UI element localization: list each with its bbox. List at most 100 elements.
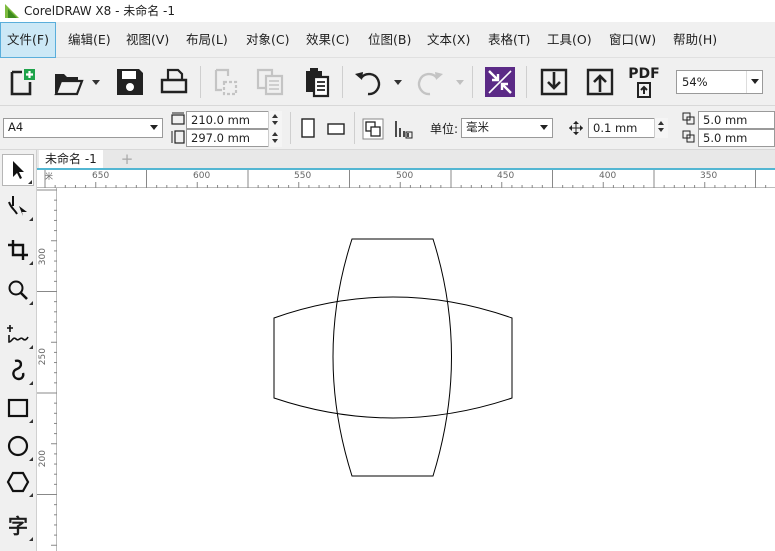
artistic-media-tool-icon <box>12 359 25 381</box>
flyout-corner-icon <box>29 381 33 385</box>
ellipse-tool-button[interactable] <box>2 430 34 462</box>
page-height-value: 297.0 mm <box>191 131 250 145</box>
new-document-button[interactable] <box>4 64 40 100</box>
drawing-surface[interactable] <box>58 188 775 551</box>
menu-text[interactable]: 文本(X) <box>421 22 476 58</box>
document-tab-bar: 未命名 -1 + <box>37 150 775 170</box>
text-tool-button[interactable]: 字 <box>2 510 34 542</box>
duplicate-x-icon <box>682 112 695 125</box>
freehand-tool-button[interactable] <box>2 318 34 350</box>
flyout-corner-icon <box>29 457 33 461</box>
cut-button[interactable] <box>208 64 244 100</box>
current-page-icon[interactable] <box>392 118 414 140</box>
paste-icon <box>306 68 330 98</box>
import-icon <box>540 68 568 96</box>
add-document-tab-button[interactable]: + <box>119 152 135 167</box>
page-size-select[interactable]: A4 <box>3 118 163 138</box>
ruler-ticks-h <box>44 170 767 188</box>
ruler-ticks-v <box>37 189 57 546</box>
drawing-canvas[interactable] <box>58 188 775 551</box>
menu-window[interactable]: 窗口(W) <box>603 22 662 58</box>
shape-tool-button[interactable] <box>2 190 34 222</box>
publish-pdf-button[interactable]: PDF <box>626 64 662 100</box>
page-height-icon <box>171 130 185 144</box>
duplicate-y-field[interactable]: 5.0 mm <box>698 129 775 147</box>
freehand-tool-icon <box>7 325 29 343</box>
save-button[interactable] <box>112 64 148 100</box>
menu-object[interactable]: 对象(C) <box>240 22 295 58</box>
flyout-corner-icon <box>29 345 33 349</box>
undo-dropdown-arrow-icon[interactable] <box>394 80 402 85</box>
rectangle-tool-button[interactable] <box>2 392 34 424</box>
horizontal-ruler[interactable]: 米 650 600 550 500 450 400 350 <box>37 170 775 188</box>
flyout-corner-icon <box>29 217 33 221</box>
new-document-icon <box>10 69 35 96</box>
menu-effects[interactable]: 效果(C) <box>300 22 355 58</box>
menu-view[interactable]: 视图(V) <box>120 22 175 58</box>
page-size-value: A4 <box>8 120 24 134</box>
flyout-corner-icon <box>29 493 33 497</box>
crop-tool-button[interactable] <box>2 234 34 266</box>
menu-file[interactable]: 文件(F) <box>0 22 56 58</box>
menu-table[interactable]: 表格(T) <box>482 22 536 58</box>
export-icon <box>586 68 614 96</box>
import-button[interactable] <box>536 64 572 100</box>
redo-dropdown-arrow-icon[interactable] <box>456 80 464 85</box>
undo-button[interactable] <box>350 64 386 100</box>
zoom-tool-button[interactable] <box>2 274 34 306</box>
curved-shape-vertical[interactable] <box>332 238 452 477</box>
nudge-distance-spinner[interactable] <box>654 118 668 138</box>
quick-customize-button[interactable] <box>482 64 518 100</box>
all-pages-icon[interactable] <box>362 118 384 140</box>
zoom-level-combo[interactable]: 54% <box>676 70 763 94</box>
print-button[interactable] <box>156 64 192 100</box>
menu-bar: 文件(F) 编辑(E) 视图(V) 布局(L) 对象(C) 效果(C) 位图(B… <box>0 22 775 58</box>
print-icon <box>160 68 188 94</box>
document-tab[interactable]: 未命名 -1 <box>39 150 103 168</box>
flyout-corner-icon <box>28 180 32 184</box>
pick-tool-button[interactable] <box>2 154 34 186</box>
duplicate-y-icon <box>682 130 695 143</box>
units-label: 单位: <box>430 122 459 136</box>
menu-bitmaps[interactable]: 位图(B) <box>362 22 417 58</box>
portrait-orientation-icon[interactable] <box>298 118 318 138</box>
page-width-spinner[interactable] <box>268 111 282 129</box>
polygon-tool-button[interactable] <box>2 466 34 498</box>
coreldraw-logo-icon <box>4 3 20 19</box>
page-width-field[interactable]: 210.0 mm <box>186 111 282 129</box>
units-select[interactable]: 毫米 <box>461 118 553 138</box>
chevron-down-icon <box>150 125 158 130</box>
toolbox: 字 <box>0 150 37 551</box>
page-width-value: 210.0 mm <box>191 113 250 127</box>
menu-help[interactable]: 帮助(H) <box>667 22 723 58</box>
open-button[interactable] <box>50 64 86 100</box>
artistic-media-tool-button[interactable] <box>2 354 34 386</box>
pdf-label: PDF <box>628 66 660 82</box>
duplicate-x-field[interactable]: 5.0 mm <box>698 111 775 129</box>
open-dropdown-arrow-icon[interactable] <box>92 80 100 85</box>
undo-icon <box>355 72 381 96</box>
menu-edit[interactable]: 编辑(E) <box>62 22 117 58</box>
zoom-dropdown-button[interactable] <box>746 71 762 93</box>
cut-icon <box>214 68 238 96</box>
nudge-distance-value: 0.1 mm <box>593 121 638 135</box>
open-icon <box>54 74 84 96</box>
nudge-distance-field[interactable]: 0.1 mm <box>588 118 668 138</box>
nudge-distance-icon <box>569 121 583 135</box>
copy-icon <box>256 68 284 96</box>
pick-tool-icon <box>13 161 24 179</box>
page-height-spinner[interactable] <box>268 129 282 147</box>
curved-shape-horizontal[interactable] <box>273 296 513 419</box>
flyout-corner-icon <box>29 419 33 423</box>
paste-button[interactable] <box>298 64 334 100</box>
menu-layout[interactable]: 布局(L) <box>180 22 234 58</box>
page-height-field[interactable]: 297.0 mm <box>186 129 282 147</box>
export-button[interactable] <box>582 64 618 100</box>
menu-tools[interactable]: 工具(O) <box>541 22 598 58</box>
landscape-orientation-icon[interactable] <box>326 118 346 138</box>
copy-button[interactable] <box>252 64 288 100</box>
redo-button[interactable] <box>412 64 448 100</box>
save-icon <box>117 69 143 95</box>
redo-icon <box>417 72 443 96</box>
vertical-ruler[interactable]: 300 250 200 <box>37 188 57 551</box>
